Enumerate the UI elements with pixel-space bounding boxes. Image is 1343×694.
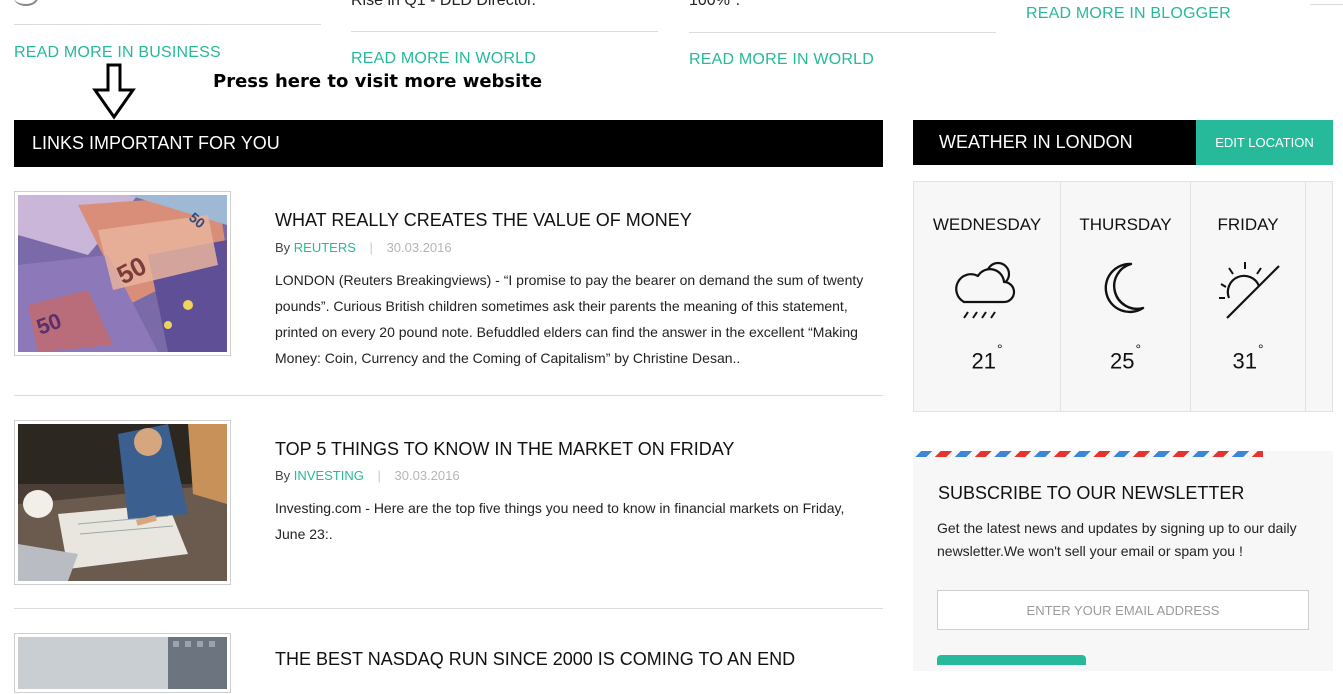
article-thumbnail[interactable]: 50 50 50 [14,191,231,356]
cut-headline-2: Rise in Q1 - DLD Director. [351,0,536,9]
links-section-header: LINKS IMPORTANT FOR YOU [14,120,883,167]
forecast-temperature: 25° [1061,341,1190,374]
euro-banknotes-image: 50 50 50 [18,195,227,352]
article-divider [14,395,883,396]
article-source-link[interactable]: REUTERS [294,240,356,255]
email-input[interactable] [937,590,1309,630]
newsletter-title: SUBSCRIBE TO OUR NEWSLETTER [938,483,1245,503]
temperature-value: 25 [1109,348,1135,374]
links-section-title: LINKS IMPORTANT FOR YOU [32,133,280,153]
forecast-day-name: WEDNESDAY [932,215,1042,234]
article-meta: By REUTERS | 30.03.2016 [275,240,452,255]
annotation-text: Press here to visit more website [213,71,543,92]
top-left-icon-fragment [14,0,38,6]
article-date: 30.03.2016 [394,468,460,483]
degree-symbol: ° [1257,341,1264,357]
city-skyline-image [18,637,227,689]
weather-title: WEATHER IN LONDON [939,132,1133,152]
weather-forecast: WEDNESDAY 21° THURSDAY 25° FRIDAY 31° [913,181,1333,412]
meta-separator: | [369,240,373,255]
forecast-day: THURSDAY 25° [1061,182,1191,411]
forecast-day: WEDNESDAY 21° [914,182,1061,411]
subscribe-button[interactable] [937,655,1086,665]
cut-headline-3: 100%". [689,0,741,9]
moon-icon [1101,260,1151,321]
read-more-world-link-1[interactable]: READ MORE IN WORLD [351,50,536,68]
read-more-world-link-2[interactable]: READ MORE IN WORLD [689,51,874,69]
newsletter-box: SUBSCRIBE TO OUR NEWSLETTER Get the late… [913,451,1333,671]
top-rule-2 [351,31,658,32]
meta-by: By [275,468,291,483]
article-title-link[interactable]: THE BEST NASDAQ RUN SINCE 2000 IS COMING… [275,649,795,670]
article-thumbnail[interactable] [14,420,231,585]
forecast-day-name: THURSDAY [1079,215,1172,234]
forecast-day-name: FRIDAY [1217,215,1279,234]
top-right-border [1310,4,1343,5]
meta-separator: | [377,468,381,483]
cloud-rain-icon [952,256,1022,327]
forecast-day: FRIDAY 31° [1191,182,1306,411]
article-source-link[interactable]: INVESTING [294,468,364,483]
top-rule-3 [689,32,996,33]
down-arrow-annotation-icon [92,62,138,125]
meta-by: By [275,240,291,255]
top-rule-1 [14,24,321,25]
airmail-border [913,451,1263,457]
forecast-temperature: 21° [914,341,1060,374]
article-date: 30.03.2016 [386,240,452,255]
degree-symbol: ° [996,341,1003,357]
temperature-value: 21 [971,348,996,374]
article-thumbnail[interactable] [14,633,231,693]
read-more-business-link[interactable]: READ MORE IN BUSINESS [14,44,221,62]
office-desk-image [18,424,227,581]
article-divider [14,608,883,609]
degree-symbol: ° [1135,341,1142,357]
newsletter-description: Get the latest news and updates by signi… [937,520,1297,559]
article-title-link[interactable]: TOP 5 THINGS TO KNOW IN THE MARKET ON FR… [275,439,734,460]
article-excerpt: Investing.com - Here are the top five th… [275,500,845,542]
article-title-link[interactable]: WHAT REALLY CREATES THE VALUE OF MONEY [275,210,692,231]
read-more-blogger-link[interactable]: READ MORE IN BLOGGER [1026,5,1231,23]
sunset-icon [1215,258,1281,325]
article-excerpt: LONDON (Reuters Breakingviews) - “I prom… [275,272,864,366]
temperature-value: 31 [1232,348,1257,374]
weather-header: WEATHER IN LONDON [913,120,1196,165]
edit-location-button[interactable]: EDIT LOCATION [1196,120,1333,165]
article-meta: By INVESTING | 30.03.2016 [275,468,460,483]
forecast-temperature: 31° [1191,341,1305,374]
